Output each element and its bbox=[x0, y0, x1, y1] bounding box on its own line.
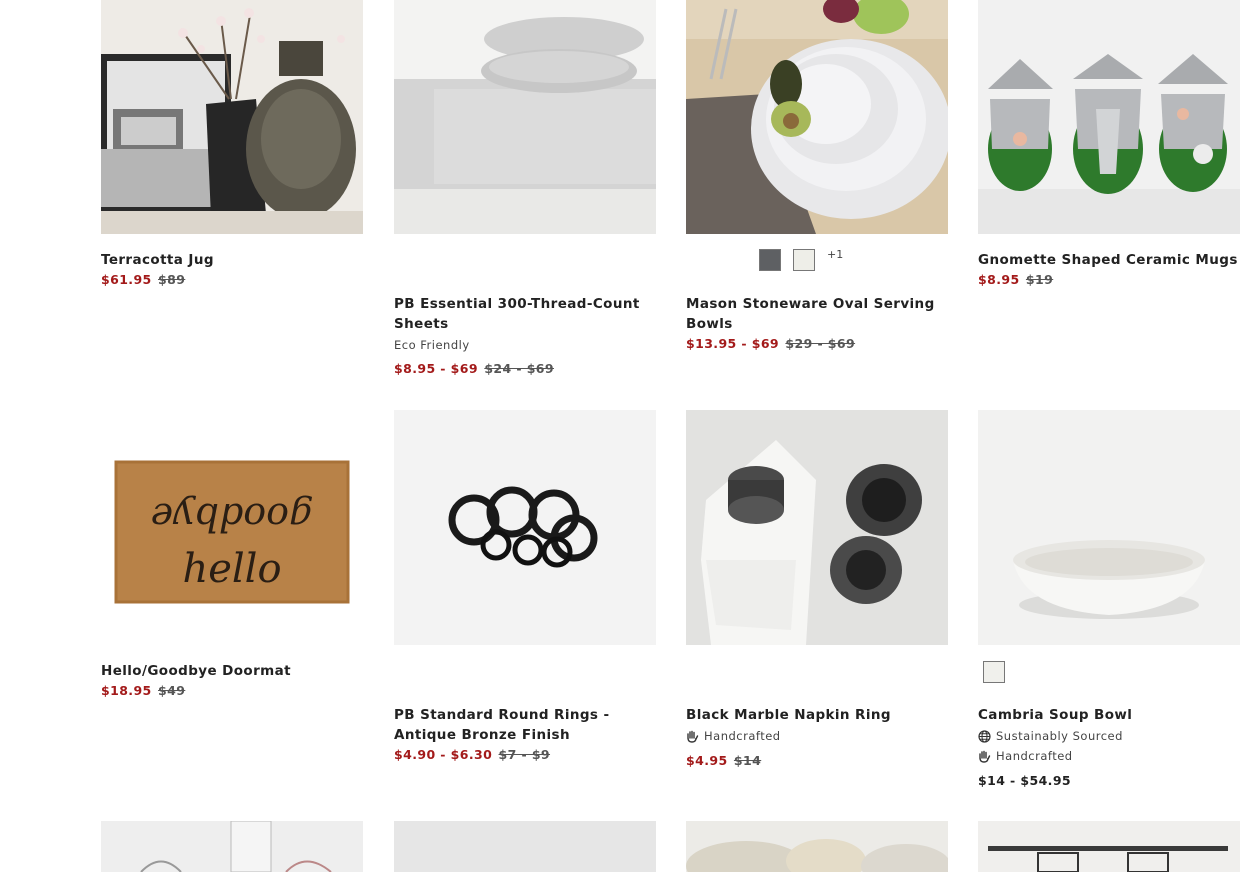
product-image[interactable]: goodbye hello bbox=[101, 410, 363, 645]
product-name[interactable]: Mason Stoneware Oval Serving Bowls bbox=[686, 294, 948, 334]
product-image[interactable] bbox=[394, 821, 656, 872]
product-name[interactable]: Cambria Soup Bowl bbox=[978, 705, 1240, 725]
original-price: $89 bbox=[158, 272, 186, 287]
hand-icon bbox=[686, 730, 699, 743]
sale-price: $13.95 - $69 bbox=[686, 336, 780, 351]
hand-icon bbox=[978, 750, 991, 763]
hanging-rack-photo bbox=[978, 821, 1240, 872]
doormat-bottom-text: hello bbox=[182, 546, 281, 592]
product-image[interactable] bbox=[978, 410, 1240, 645]
tag-label: Sustainably Sourced bbox=[996, 729, 1123, 743]
original-price: $19 bbox=[1025, 272, 1054, 287]
product-image[interactable] bbox=[101, 0, 363, 234]
original-price: $7 - $9 bbox=[498, 747, 551, 762]
tag-label: Handcrafted bbox=[704, 729, 781, 743]
sale-price: $4.95 bbox=[686, 753, 728, 768]
price: $4.95 $14 bbox=[686, 753, 761, 768]
product-name[interactable]: Black Marble Napkin Ring bbox=[686, 705, 948, 725]
more-swatches-count[interactable]: +1 bbox=[827, 248, 843, 261]
doormat-top-text: goodbye bbox=[151, 495, 314, 539]
color-swatch-white[interactable] bbox=[793, 249, 815, 271]
product-name[interactable]: Hello/Goodbye Doormat bbox=[101, 661, 363, 681]
product-image[interactable] bbox=[978, 821, 1240, 872]
price: $8.95 - $69 $24 - $69 bbox=[394, 361, 554, 376]
product-name[interactable]: Gnomette Shaped Ceramic Mugs bbox=[978, 250, 1240, 270]
curtain-rings-photo bbox=[394, 410, 656, 645]
product-image[interactable] bbox=[686, 821, 948, 872]
regular-price: $14 - $54.95 bbox=[978, 773, 1072, 788]
sale-price: $8.95 bbox=[978, 272, 1020, 287]
original-price: $14 bbox=[733, 753, 762, 768]
doormat-photo: goodbye hello bbox=[101, 410, 363, 645]
sale-price: $18.95 bbox=[101, 683, 152, 698]
handcrafted-tag: Handcrafted bbox=[686, 729, 781, 743]
gnome-mugs-photo bbox=[978, 0, 1240, 234]
eco-friendly-tag: Eco Friendly bbox=[394, 338, 470, 352]
product-name[interactable]: PB Standard Round Rings - Antique Bronze… bbox=[394, 705, 656, 745]
terracotta-jug-photo bbox=[101, 0, 363, 234]
tag-label: Handcrafted bbox=[996, 749, 1073, 763]
sale-price: $8.95 - $69 bbox=[394, 361, 478, 376]
soup-bowl-photo bbox=[978, 410, 1240, 645]
product-image[interactable] bbox=[394, 0, 656, 234]
price: $13.95 - $69 $29 - $69 bbox=[686, 336, 855, 351]
product-photo bbox=[394, 821, 656, 872]
sale-price: $4.90 - $6.30 bbox=[394, 747, 493, 762]
price: $61.95 $89 bbox=[101, 272, 185, 287]
color-swatch-white[interactable] bbox=[983, 661, 1005, 683]
original-price: $29 - $69 bbox=[785, 336, 856, 351]
serving-bowls-photo bbox=[686, 0, 948, 234]
original-price: $49 bbox=[158, 683, 186, 698]
product-image[interactable] bbox=[978, 0, 1240, 234]
color-swatch-charcoal[interactable] bbox=[759, 249, 781, 271]
pillows-photo bbox=[686, 821, 948, 872]
handcrafted-tag: Handcrafted bbox=[978, 749, 1073, 763]
original-price: $24 - $69 bbox=[484, 361, 554, 376]
price: $4.90 - $6.30 $7 - $9 bbox=[394, 747, 550, 762]
price: $8.95 $19 bbox=[978, 272, 1053, 287]
product-image[interactable] bbox=[686, 410, 948, 645]
price: $14 - $54.95 bbox=[978, 773, 1071, 788]
product-image[interactable] bbox=[394, 410, 656, 645]
product-name[interactable]: PB Essential 300-Thread-Count Sheets bbox=[394, 294, 656, 334]
product-image[interactable] bbox=[686, 0, 948, 234]
product-name[interactable]: Terracotta Jug bbox=[101, 250, 363, 270]
napkin-ring-photo bbox=[686, 410, 948, 645]
sheets-photo bbox=[394, 0, 656, 234]
sale-price: $61.95 bbox=[101, 272, 152, 287]
sustainably-sourced-tag: Sustainably Sourced bbox=[978, 729, 1123, 743]
globe-icon bbox=[978, 729, 991, 743]
product-image[interactable] bbox=[101, 821, 363, 872]
price: $18.95 $49 bbox=[101, 683, 185, 698]
glassware-photo bbox=[101, 821, 363, 872]
